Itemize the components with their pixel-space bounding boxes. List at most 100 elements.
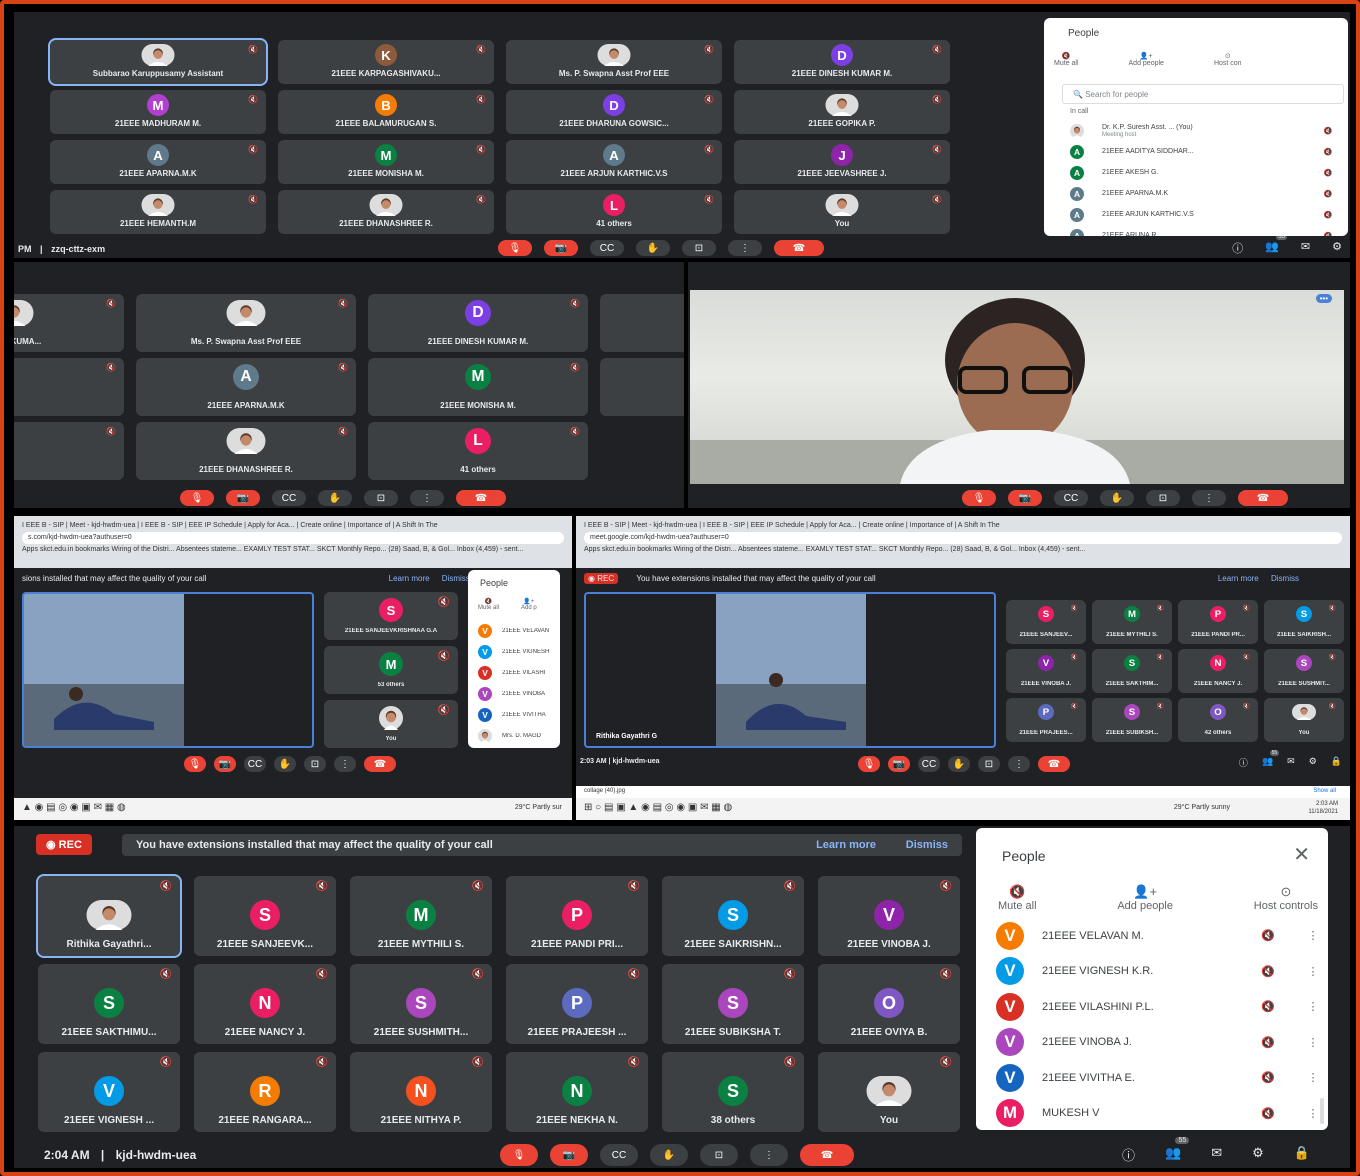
mic-toggle-button[interactable]: 🎙 (962, 490, 996, 506)
participant-tile[interactable]: 🔇 S 21EEE SAIKRISH... (1264, 600, 1344, 644)
participant-tile[interactable]: 🔇 (14, 422, 124, 480)
taskbar-icons[interactable]: ▲ ◉ ▤ ◎ ◉ ▣ ✉ ▦ ◍ (22, 802, 126, 813)
participant-row[interactable]: V 21EEE VIVITHA (468, 704, 560, 725)
leave-call-button[interactable]: ☎ (364, 756, 396, 772)
camera-toggle-button[interactable]: 📷 (888, 756, 910, 772)
participant-row[interactable]: A 21EEE AKESH G. 🔇 (1044, 162, 1348, 183)
participant-tile[interactable]: 🔇 S 21EEE SAIKRISHN... (662, 876, 804, 956)
more-options-icon[interactable]: ⋮ (1298, 1036, 1328, 1049)
mic-off-icon[interactable]: 🔇 (1238, 1107, 1298, 1120)
mic-off-icon[interactable]: 🔇 (1308, 169, 1348, 177)
lock-icon[interactable]: 🔒 (1294, 1145, 1310, 1164)
participant-tile[interactable]: 🔇 You (818, 1052, 960, 1132)
participant-row[interactable]: Dr. K.P. Suresh Asst. ... (You) Meeting h… (1044, 120, 1348, 141)
activities-icon[interactable]: ⚙ (1332, 240, 1342, 256)
participant-tile[interactable]: 🔇 Subbarao Karuppusamy Assistant (48, 38, 268, 86)
people-icon[interactable]: 👥 55 (1265, 234, 1287, 256)
participant-tile[interactable]: 🔇 A 21EEE APARNA.M.K (136, 358, 356, 416)
mic-toggle-button[interactable]: 🎙 (498, 240, 532, 256)
participant-tile[interactable]: 🔇 P 21EEE PANDI PR... (1178, 600, 1258, 644)
people-icon[interactable]: 👥 55 (1165, 1137, 1190, 1164)
mic-toggle-button[interactable]: 🎙 (180, 490, 214, 506)
participant-tile[interactable]: 🔇 M 21EEE MYTHILI S. (350, 876, 492, 956)
participant-row[interactable]: A 21EEE AADITYA SIDDHAR... 🔇 (1044, 141, 1348, 162)
participant-row[interactable]: V 21EEE VIGNESH (468, 641, 560, 662)
info-icon[interactable]: ⓘ (1122, 1145, 1135, 1164)
leave-call-button[interactable]: ☎ (800, 1144, 854, 1166)
participant-tile[interactable]: 🔇 S 21EEE SAKTHIMU... (38, 964, 180, 1044)
more-options-button[interactable]: ⋮ (1192, 490, 1226, 506)
participant-tile[interactable]: 🔇 21EEE DHANASHREE R. (136, 422, 356, 480)
participant-tile[interactable]: 🔇 SHIVAKUMA... (14, 294, 124, 352)
participant-tile[interactable]: 🔇21EEE ARJ (600, 358, 684, 416)
weather-widget[interactable]: 29°C Partly sur (515, 804, 562, 811)
info-icon[interactable]: ⓘ (1239, 756, 1248, 769)
participant-tile[interactable]: 🔇 A 21EEE ARJUN KARTHIC.V.S (506, 140, 722, 184)
mic-off-icon[interactable]: 🔇 (1238, 1000, 1298, 1013)
participant-row[interactable]: V 21EEE VINOBA (468, 683, 560, 704)
host-controls-button[interactable]: ⊙ Host controls (1254, 884, 1318, 912)
add-people-button[interactable]: 👤+ Add people (1129, 52, 1164, 67)
participant-row[interactable]: Mrs. D. MAGD (468, 725, 560, 746)
present-button[interactable]: ⊡ (364, 490, 398, 506)
raise-hand-button[interactable]: ✋ (650, 1144, 688, 1166)
participant-tile[interactable]: 🔇 N 21EEE NITHYA P. (350, 1052, 492, 1132)
mute-all-button[interactable]: 🔇 Mute all (1054, 52, 1079, 67)
captions-button[interactable]: CC (272, 490, 306, 506)
participant-tile[interactable]: 🔇 You (1264, 698, 1344, 742)
participant-row[interactable]: V 21EEE VILASHI (468, 662, 560, 683)
people-icon[interactable]: 👥 55 (1262, 750, 1280, 769)
participant-tile[interactable]: 🔇 S 21EEE SUBIKSH... (1092, 698, 1172, 742)
dismiss-link[interactable]: Dismiss (1271, 574, 1299, 583)
participant-tile[interactable]: 🔇 R 21EEE RANGARA... (194, 1052, 336, 1132)
participant-tile[interactable]: 🔇 21EEE GOPIKA P. (734, 90, 950, 134)
participant-row[interactable]: A 21EEE APARNA.M.K 🔇 (1044, 183, 1348, 204)
mute-all-button[interactable]: 🔇 Mute all (478, 598, 499, 611)
people-list-scrollbar[interactable] (1320, 1098, 1324, 1124)
raise-hand-button[interactable]: ✋ (318, 490, 352, 506)
activities-icon[interactable]: ⚙ (1309, 756, 1317, 769)
address-bar[interactable]: s.com/kjd-hwdm-uea?authuser=0 (22, 532, 564, 544)
participant-row[interactable]: V 21EEE VIVITHA E. 🔇 ⋮ (976, 1060, 1328, 1096)
add-people-button[interactable]: 👤+ Add p (521, 598, 537, 611)
participant-row[interactable]: V 21EEE VINOBA J. 🔇 ⋮ (976, 1025, 1328, 1061)
leave-call-button[interactable]: ☎ (1038, 756, 1070, 772)
dismiss-link[interactable]: Dismiss (906, 839, 948, 851)
participant-tile[interactable]: 🔇 B 21EEE BALAMURUGAN S. (278, 90, 494, 134)
learn-more-link[interactable]: Learn more (389, 574, 430, 583)
participant-tile[interactable]: 🔇 You (734, 190, 950, 234)
participant-tile[interactable]: 🔇 P 21EEE PRAJEES... (1006, 698, 1086, 742)
camera-toggle-button[interactable]: 📷 (544, 240, 578, 256)
browser-tabs[interactable]: I EEE B - SIP | Meet - kjd-hwdm-uea | I … (584, 520, 1342, 532)
captions-button[interactable]: CC (244, 756, 266, 772)
participant-tile[interactable]: 🔇 O 42 others (1178, 698, 1258, 742)
participant-tile[interactable]: 🔇 S 21EEE SANJEEVK... (194, 876, 336, 956)
participant-row[interactable]: M MUKESH V 🔇 ⋮ (976, 1096, 1328, 1131)
bookmarks-bar[interactable]: Apps skct.edu.in bookmarks Wiring of the… (584, 544, 1342, 556)
mic-off-icon[interactable]: 🔇 (1238, 1036, 1298, 1049)
activities-icon[interactable]: ⚙ (1252, 1145, 1264, 1164)
participant-tile[interactable]: 🔇 P 21EEE PANDI PRI... (506, 876, 648, 956)
camera-toggle-button[interactable]: 📷 (214, 756, 236, 772)
participant-row[interactable]: V 21EEE VIGNESH K.R. 🔇 ⋮ (976, 954, 1328, 990)
more-options-button[interactable]: ⋮ (750, 1144, 788, 1166)
leave-call-button[interactable]: ☎ (1238, 490, 1288, 506)
download-file[interactable]: collage (40).jpg (584, 788, 625, 794)
more-options-icon[interactable]: ⋮ (1298, 1071, 1328, 1084)
camera-toggle-button[interactable]: 📷 (1008, 490, 1042, 506)
participant-tile[interactable]: 🔇 D 21EEE DINESH KUMAR M. (734, 40, 950, 84)
participant-tile[interactable]: 🔇 You (324, 700, 458, 748)
participant-tile[interactable]: 🔇 V 21EEE VINOBA J. (1006, 649, 1086, 693)
present-button[interactable]: ⊡ (304, 756, 326, 772)
mic-off-icon[interactable]: 🔇 (1308, 190, 1348, 198)
people-search-input[interactable]: 🔍 Search for people (1062, 84, 1344, 104)
captions-button[interactable]: CC (590, 240, 624, 256)
participant-tile[interactable]: 🔇 V 21EEE VIGNESH ... (38, 1052, 180, 1132)
participant-row[interactable]: V 21EEE VILASHINI P.L. 🔇 ⋮ (976, 989, 1328, 1025)
participant-row[interactable]: A 21EEE ARUNA R. 🔇 (1044, 225, 1348, 236)
address-bar[interactable]: meet.google.com/kjd-hwdm-uea?authuser=0 (584, 532, 1342, 544)
chat-icon[interactable]: ✉ (1287, 756, 1295, 769)
more-options-icon[interactable]: ⋮ (1298, 965, 1328, 978)
participant-tile[interactable]: 🔇 M 21EEE MONISHA M. (368, 358, 588, 416)
mute-all-button[interactable]: 🔇 Mute all (998, 884, 1037, 912)
